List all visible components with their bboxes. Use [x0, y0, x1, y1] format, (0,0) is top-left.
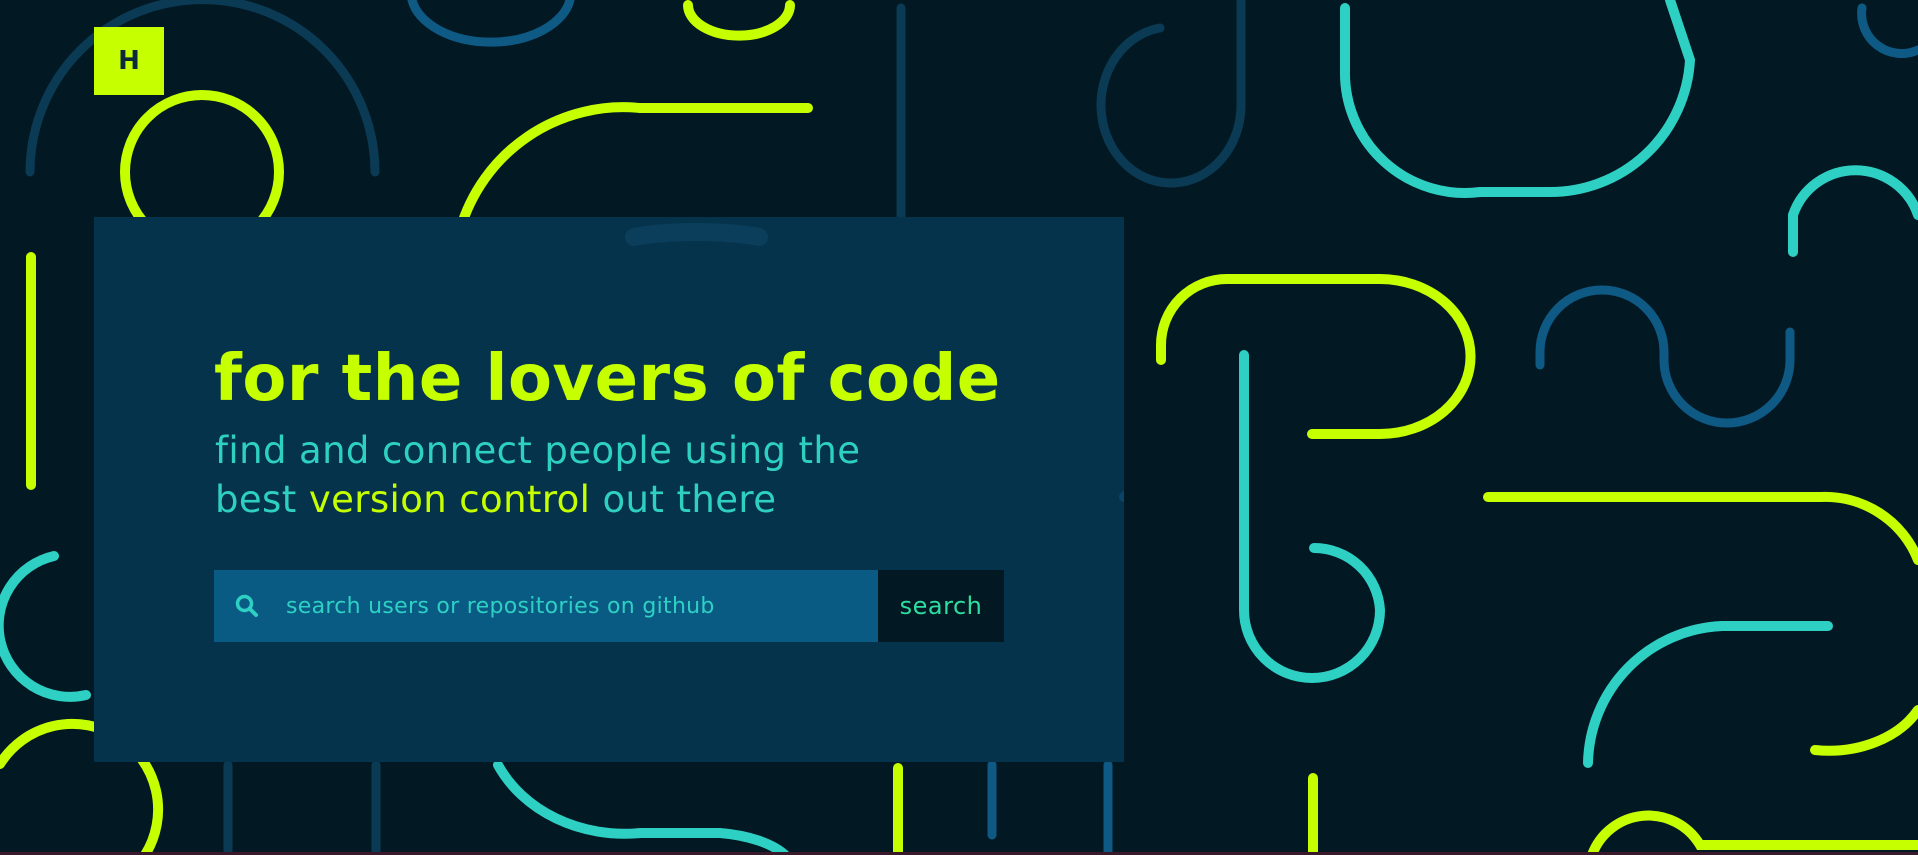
bg-loop-lime [1156, 274, 1476, 439]
bg-arc-corner [1857, 3, 1918, 58]
search-input[interactable] [284, 570, 878, 642]
bg-arc-dark-2 [1096, 0, 1246, 188]
subtitle-best: best [215, 478, 297, 521]
landing-page: H for the lovers of code find and connec… [0, 0, 1918, 855]
search-bar: search [214, 570, 1004, 642]
logo[interactable]: H [94, 27, 164, 95]
hero-card: for the lovers of code find and connect … [94, 217, 1124, 762]
bg-arc-lime [455, 102, 813, 235]
bg-arc-top [407, 0, 575, 47]
bg-arc-teal-bottom [493, 760, 790, 855]
bg-loop-teal-mid [1239, 350, 1386, 683]
bg-line-lime-right [1483, 491, 1918, 565]
bg-arc-dark [25, 0, 380, 177]
bg-line-lime-bottom-3 [1587, 810, 1918, 855]
bg-arc-lime-top [683, 0, 795, 41]
bg-arc-teal-left [0, 551, 91, 702]
subtitle-line-1: find and connect people using the [215, 429, 861, 472]
bg-arc-teal-lower [1583, 621, 1833, 768]
bg-wave-blue [1535, 285, 1795, 428]
search-box[interactable] [214, 570, 878, 642]
logo-letter: H [118, 46, 140, 76]
search-button[interactable]: search [878, 570, 1004, 642]
bg-loop-teal-top [1339, 0, 1696, 198]
subtitle-end: out there [602, 478, 777, 521]
search-icon [232, 591, 262, 621]
bg-arc-teal-right [1788, 165, 1918, 257]
hero-headline: for the lovers of code [214, 342, 1001, 416]
card-arc-shadow [625, 223, 768, 246]
bg-arc-lime-right [1810, 705, 1918, 756]
subtitle-highlight: version control [308, 478, 591, 521]
hero-subtitle: find and connect people using the best v… [215, 426, 975, 524]
